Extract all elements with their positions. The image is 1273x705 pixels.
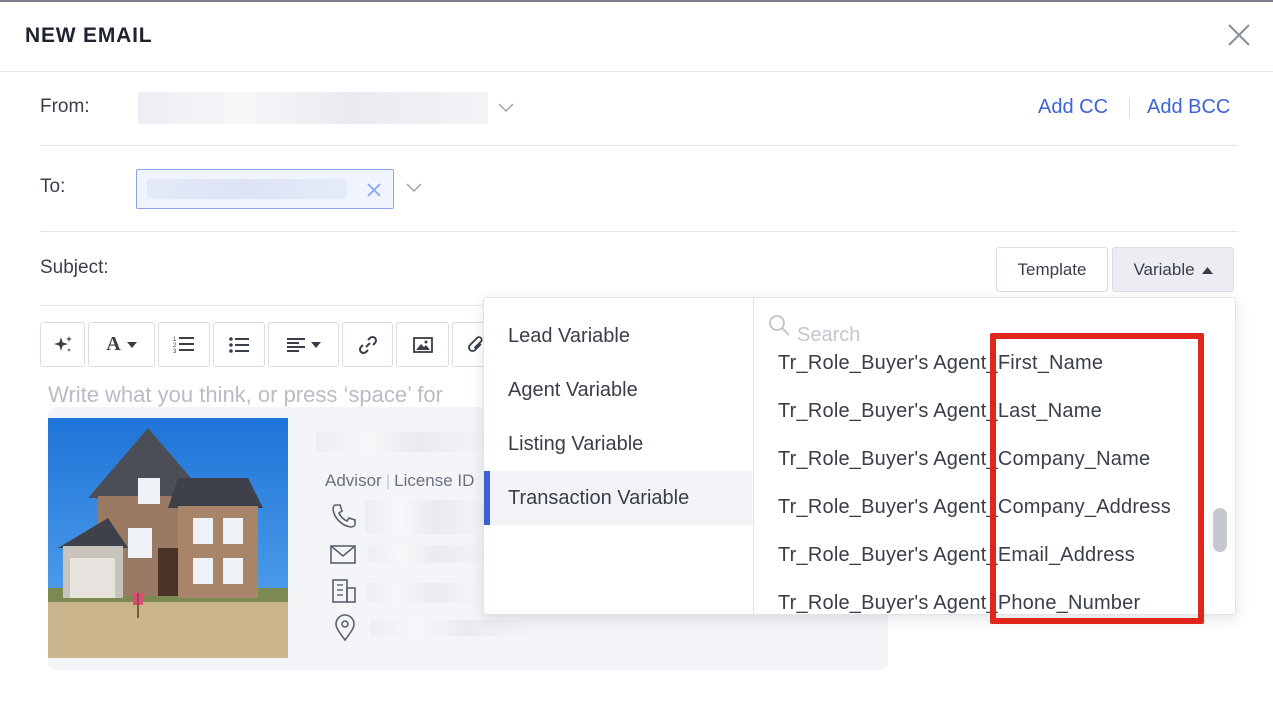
image-button[interactable] [396, 322, 449, 367]
address-redacted [370, 620, 530, 636]
annotation-highlight-box [990, 333, 1204, 624]
template-button-label: Template [1017, 259, 1087, 279]
caret-down-icon [310, 341, 321, 348]
recipient-redacted [147, 179, 347, 199]
email-icon [330, 545, 356, 564]
phone-icon [332, 504, 356, 528]
variable-button[interactable]: Variable [1112, 247, 1234, 292]
variable-list-scrollbar[interactable] [1209, 354, 1229, 614]
dialog-title: NEW EMAIL [25, 24, 153, 47]
caret-down-icon [126, 341, 137, 348]
link-icon [358, 335, 377, 354]
signature-license-label: License ID [394, 471, 475, 490]
dialog-header: NEW EMAIL [0, 2, 1273, 72]
signature-role: Advisor [325, 471, 382, 490]
ai-assist-button[interactable] [40, 322, 85, 367]
font-format-button[interactable]: A [88, 322, 155, 367]
category-lead-variable[interactable]: Lead Variable [484, 309, 753, 363]
divider [40, 231, 1238, 232]
bullet-list-button[interactable] [213, 322, 265, 367]
from-chevron-down-icon[interactable] [497, 102, 515, 114]
search-icon [769, 315, 790, 336]
category-agent-variable[interactable]: Agent Variable [484, 363, 753, 417]
editor-placeholder[interactable]: Write what you think, or press ‘space’ f… [48, 382, 443, 408]
template-button[interactable]: Template [996, 247, 1108, 292]
caret-up-icon [1201, 266, 1213, 274]
category-listing-variable[interactable]: Listing Variable [484, 417, 753, 471]
close-icon[interactable] [1224, 20, 1254, 50]
ordered-list-button[interactable]: 1 2 3 [158, 322, 210, 367]
align-icon [286, 337, 305, 352]
remove-recipient-icon[interactable] [364, 180, 384, 200]
property-photo [48, 418, 288, 658]
svg-text:3: 3 [173, 349, 177, 355]
cc-bcc-separator [1129, 98, 1130, 118]
category-transaction-variable[interactable]: Transaction Variable [484, 471, 753, 525]
ai-sparkle-icon [53, 335, 72, 352]
image-icon [412, 336, 433, 353]
to-label: To: [40, 176, 66, 197]
font-icon: A [106, 333, 121, 355]
to-recipient-chip[interactable] [136, 169, 394, 209]
add-cc-link[interactable]: Add CC [1038, 96, 1108, 119]
agent-name-redacted [316, 432, 486, 452]
location-pin-icon [335, 614, 355, 642]
signature-role-line: Advisor | License ID [325, 471, 474, 491]
divider [40, 145, 1238, 146]
subject-label: Subject: [40, 257, 109, 278]
from-account-redacted[interactable] [138, 92, 488, 124]
from-label: From: [40, 96, 90, 117]
email-redacted [368, 545, 483, 563]
bullet-list-icon [229, 336, 249, 353]
link-button[interactable] [342, 322, 393, 367]
company-redacted [366, 583, 473, 603]
ordered-list-icon: 1 2 3 [173, 336, 194, 355]
signature-separator: | [385, 471, 391, 490]
variable-button-label: Variable [1133, 259, 1195, 279]
add-bcc-link[interactable]: Add BCC [1147, 96, 1230, 119]
align-button[interactable] [268, 322, 339, 367]
to-chevron-down-icon[interactable] [405, 182, 423, 194]
scrollbar-thumb[interactable] [1213, 508, 1227, 552]
variable-category-list: Lead Variable Agent Variable Listing Var… [484, 298, 754, 614]
phone-redacted [365, 500, 483, 534]
office-building-icon [332, 579, 356, 603]
